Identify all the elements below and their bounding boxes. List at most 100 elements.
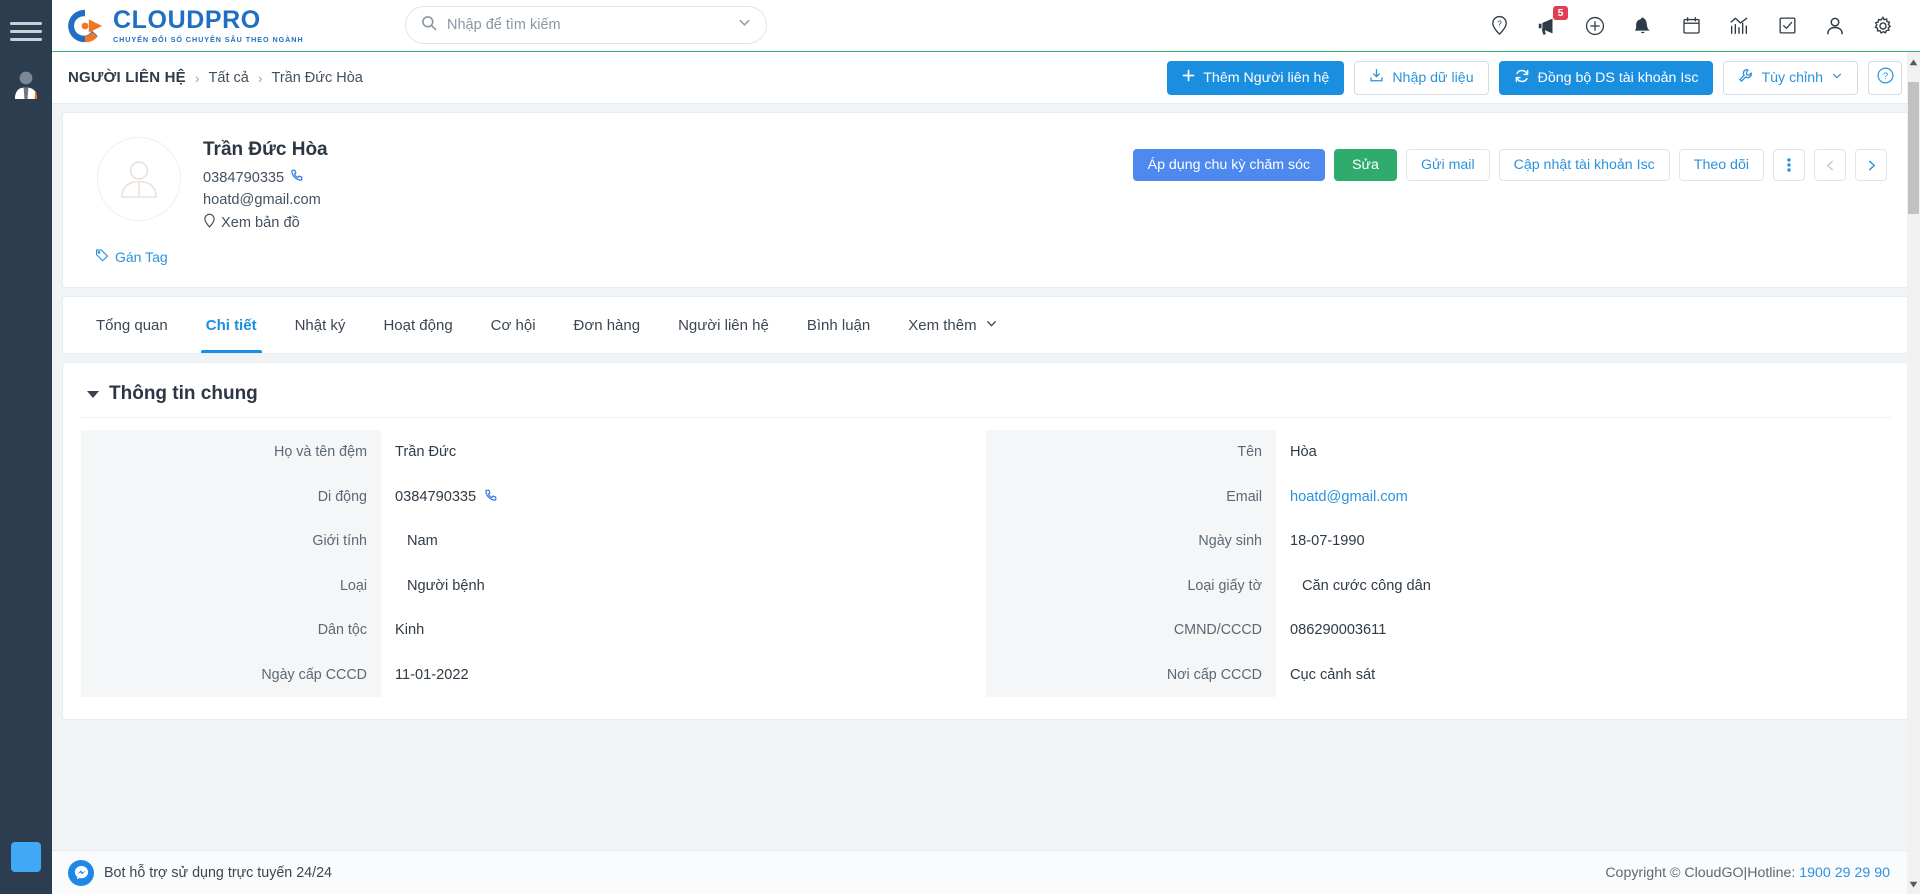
fields-right-column: Tên Hòa Email hoatd@gmail.com Ngày sinh …	[986, 430, 1891, 697]
field-value: Căn cước công dân	[1302, 577, 1431, 594]
tab-hoat-dong[interactable]: Hoạt động	[364, 297, 471, 353]
help-location-icon[interactable]: ?	[1488, 15, 1510, 37]
vertical-scrollbar[interactable]	[1907, 52, 1920, 894]
breadcrumb-root[interactable]: NGƯỜI LIÊN HỆ	[68, 69, 186, 86]
contact-map-row[interactable]: Xem bản đồ	[203, 213, 328, 232]
field-row: Loại giấy tờ Căn cước công dân	[986, 563, 1891, 608]
hotline-label: Hotline:	[1747, 864, 1796, 881]
sync-refresh-icon	[1514, 68, 1530, 88]
field-value: 0384790335	[395, 488, 477, 505]
rail-user-avatar-icon[interactable]	[9, 68, 43, 102]
hotline-number[interactable]: 1900 29 29 90	[1799, 865, 1890, 881]
tab-nguoi-lien-he[interactable]: Người liên hệ	[659, 297, 788, 353]
tab-chi-tiet[interactable]: Chi tiết	[187, 297, 276, 353]
support-bot[interactable]: Bot hỗ trợ sử dụng trực tuyến 24/24	[68, 859, 332, 886]
previous-record-button[interactable]	[1814, 149, 1846, 181]
global-search	[405, 6, 767, 44]
breadcrumb-item-all[interactable]: Tất cả	[209, 70, 249, 86]
settings-gear-icon[interactable]	[1872, 15, 1894, 37]
user-icon[interactable]	[1824, 15, 1846, 37]
plus-circle-icon[interactable]	[1584, 15, 1606, 37]
field-row: CMND/CCCD 086290003611	[986, 608, 1891, 653]
rail-bottom-app-icon[interactable]	[11, 842, 41, 872]
scroll-up-arrow-icon[interactable]	[1907, 52, 1920, 72]
search-chevron-down-icon[interactable]	[737, 15, 752, 35]
field-row: Email hoatd@gmail.com	[986, 474, 1891, 519]
field-value: Người bệnh	[407, 577, 485, 594]
follow-button[interactable]: Theo dõi	[1678, 149, 1764, 181]
update-isc-account-button[interactable]: Cập nhật tài khoản Isc	[1498, 149, 1670, 181]
scrollbar-thumb[interactable]	[1908, 82, 1919, 214]
menu-burger-icon[interactable]	[10, 18, 42, 44]
contact-map-label: Xem bản đồ	[221, 214, 300, 231]
general-info-panel: Thông tin chung Họ và tên đệm Trần Đức D…	[62, 362, 1910, 720]
field-label: Giới tính	[81, 519, 381, 564]
tab-tong-quan[interactable]: Tổng quan	[77, 297, 187, 353]
content-scroll-area: Trần Đức Hòa 0384790335 hoatd@gmail.com	[52, 104, 1920, 850]
search-input[interactable]	[447, 17, 727, 33]
bell-icon[interactable]	[1632, 15, 1654, 37]
field-row: Dân tộc Kinh	[81, 608, 986, 653]
panel-title: Thông tin chung	[109, 383, 258, 404]
calendar-icon[interactable]	[1680, 15, 1702, 37]
megaphone-icon[interactable]: 5	[1536, 5, 1568, 37]
left-rail	[0, 0, 52, 894]
svg-text:?: ?	[1497, 19, 1502, 28]
task-check-icon[interactable]	[1776, 15, 1798, 37]
search-box[interactable]	[405, 6, 767, 44]
field-value: Hòa	[1290, 444, 1317, 461]
breadcrumb-bar: NGƯỜI LIÊN HỆ › Tất cả › Trần Đức Hòa Th…	[52, 52, 1920, 104]
field-row: Ngày cấp CCCD 11-01-2022	[81, 652, 986, 697]
sync-isc-label: Đồng bộ DS tài khoản Isc	[1537, 69, 1699, 86]
analytics-chart-icon[interactable]	[1728, 15, 1750, 37]
field-label: Loại	[81, 563, 381, 608]
field-row: Loại Người bệnh	[81, 563, 986, 608]
tab-don-hang[interactable]: Đơn hàng	[555, 297, 660, 353]
tab-co-hoi[interactable]: Cơ hội	[472, 297, 555, 353]
field-value: Cục cảnh sát	[1290, 666, 1376, 683]
tabs-card: Tổng quan Chi tiết Nhật ký Hoạt động Cơ …	[62, 296, 1910, 354]
contact-action-buttons: Áp dụng chu kỳ chăm sóc Sửa Gửi mail Cập…	[1132, 149, 1887, 181]
footer-copyright: Copyright © CloudGO|Hotline: 1900 29 29 …	[1605, 865, 1890, 881]
field-row: Nơi cấp CCCD Cục cảnh sát	[986, 652, 1891, 697]
messenger-icon	[68, 859, 94, 886]
field-value-email[interactable]: hoatd@gmail.com	[1276, 489, 1408, 505]
field-value: 11-01-2022	[395, 666, 469, 683]
field-value: Kinh	[395, 622, 425, 639]
field-label: Tên	[986, 430, 1276, 475]
help-button[interactable]: ?	[1868, 60, 1902, 95]
phone-call-icon[interactable]	[290, 167, 304, 189]
collapse-caret-icon[interactable]	[87, 390, 99, 398]
tab-binh-luan[interactable]: Bình luận	[788, 297, 889, 353]
phone-call-icon[interactable]	[484, 488, 498, 506]
contact-header-card: Trần Đức Hòa 0384790335 hoatd@gmail.com	[62, 112, 1910, 288]
apply-care-cycle-button[interactable]: Áp dụng chu kỳ chăm sóc	[1132, 149, 1326, 181]
send-mail-button[interactable]: Gửi mail	[1405, 149, 1490, 181]
main-column: CLOUDPRO CHUYỂN ĐỔI SỐ CHUYÊN SÂU THEO N…	[52, 0, 1920, 894]
tab-xem-them[interactable]: Xem thêm	[889, 297, 1016, 353]
contact-info: Trần Đức Hòa 0384790335 hoatd@gmail.com	[203, 131, 328, 232]
more-options-button[interactable]	[1773, 149, 1805, 181]
chevron-down-icon	[985, 317, 998, 334]
megaphone-badge: 5	[1553, 5, 1568, 20]
import-data-button[interactable]: Nhập dữ liệu	[1354, 60, 1489, 95]
panel-header: Thông tin chung	[81, 377, 1891, 418]
brand-text: CLOUDPRO CHUYỂN ĐỔI SỐ CHUYÊN SÂU THEO N…	[113, 7, 304, 44]
edit-button[interactable]: Sửa	[1334, 149, 1397, 181]
next-record-button[interactable]	[1855, 149, 1887, 181]
field-label: Nơi cấp CCCD	[986, 652, 1276, 697]
assign-tag-button[interactable]: Gán Tag	[95, 248, 168, 265]
tab-nhat-ky[interactable]: Nhật ký	[276, 297, 365, 353]
sync-isc-button[interactable]: Đồng bộ DS tài khoản Isc	[1498, 60, 1714, 95]
scroll-down-arrow-icon[interactable]	[1907, 874, 1920, 894]
field-label: Ngày cấp CCCD	[81, 652, 381, 697]
add-contact-label: Thêm Người liên hệ	[1203, 69, 1330, 86]
assign-tag-label: Gán Tag	[115, 248, 168, 265]
field-value: Nam	[407, 533, 438, 550]
brand-logo[interactable]: CLOUDPRO CHUYỂN ĐỔI SỐ CHUYÊN SÂU THEO N…	[66, 7, 304, 45]
field-label: Dân tộc	[81, 608, 381, 653]
brand-tagline: CHUYỂN ĐỔI SỐ CHUYÊN SÂU THEO NGÀNH	[113, 34, 304, 44]
customize-button[interactable]: Tùy chỉnh	[1723, 60, 1858, 95]
add-contact-button[interactable]: Thêm Người liên hệ	[1167, 60, 1345, 95]
contact-email: hoatd@gmail.com	[203, 192, 321, 208]
